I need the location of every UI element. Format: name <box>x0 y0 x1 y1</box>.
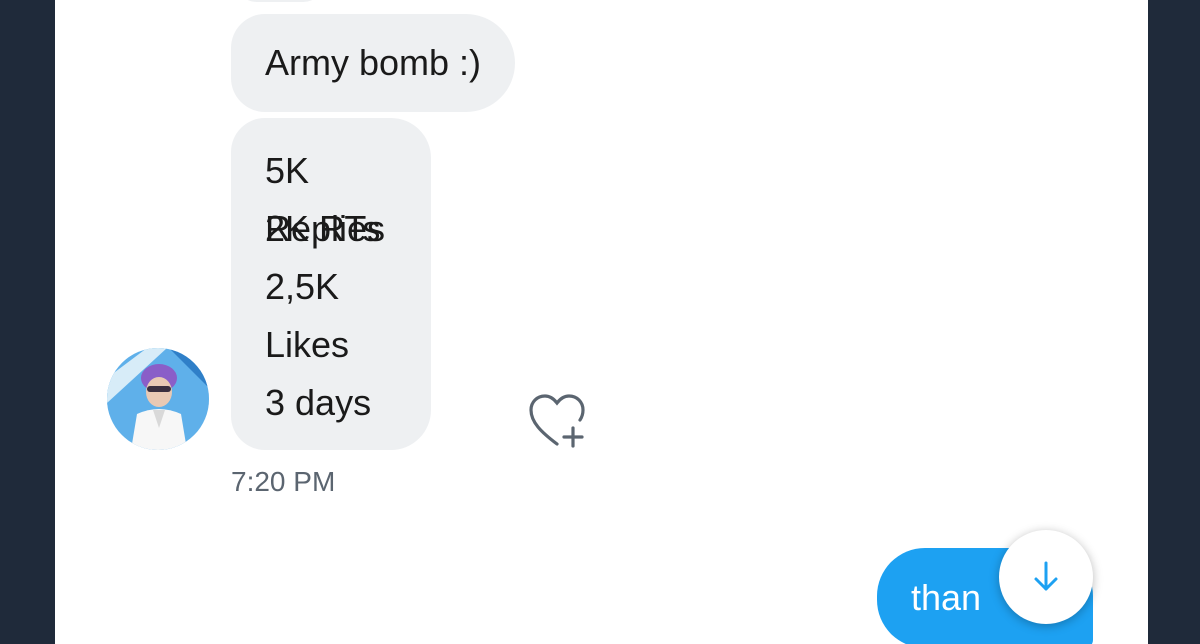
avatar-image <box>107 348 209 450</box>
message-bubble[interactable]: Army bomb :) <box>231 14 516 112</box>
heart-plus-icon[interactable] <box>527 392 589 450</box>
message-text: Army bomb :) <box>265 42 482 83</box>
message-text: than <box>911 577 982 618</box>
arrow-down-icon <box>1034 561 1058 591</box>
message-bubble[interactable]: 5K Replies 2K RTs 2,5K Likes 3 days <box>231 118 431 450</box>
scroll-to-bottom-button[interactable] <box>999 530 1093 624</box>
dm-conversation: Army bomb :) 5K Replies 2K RTs 2,5K Like… <box>55 0 1148 644</box>
message-bubble-partial <box>235 0 325 2</box>
message-line: 3 days <box>265 382 372 423</box>
message-line: 5K Replies <box>265 150 386 249</box>
message-line: 2,5K Likes <box>265 266 350 365</box>
avatar[interactable] <box>107 348 209 450</box>
message-line: 2K RTs <box>265 208 381 249</box>
message-timestamp: 7:20 PM <box>231 466 336 497</box>
